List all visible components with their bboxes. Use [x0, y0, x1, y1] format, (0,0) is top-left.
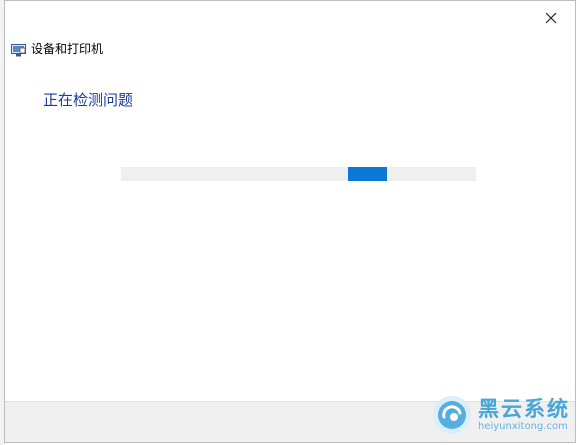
- window-title: 设备和打印机: [31, 41, 104, 56]
- close-button[interactable]: [537, 5, 565, 31]
- progress-bar: [121, 167, 476, 181]
- troubleshooter-dialog: 设备和打印机 正在检测问题: [4, 0, 576, 443]
- site-watermark: 黑云系统 heiyunxitong.com: [432, 395, 570, 435]
- watermark-name: 黑云系统: [478, 397, 570, 421]
- dialog-title-bar: 设备和打印机: [11, 39, 103, 57]
- close-icon: [545, 12, 557, 24]
- screen: 设备和打印机 正在检测问题 黑云系统 heiyunxitong.com: [0, 0, 578, 445]
- progress-indicator: [348, 167, 387, 181]
- devices-printers-icon: [11, 42, 26, 56]
- status-heading: 正在检测问题: [43, 91, 134, 109]
- heiyun-logo-icon: [433, 396, 471, 434]
- watermark-url: heiyunxitong.com: [478, 421, 568, 432]
